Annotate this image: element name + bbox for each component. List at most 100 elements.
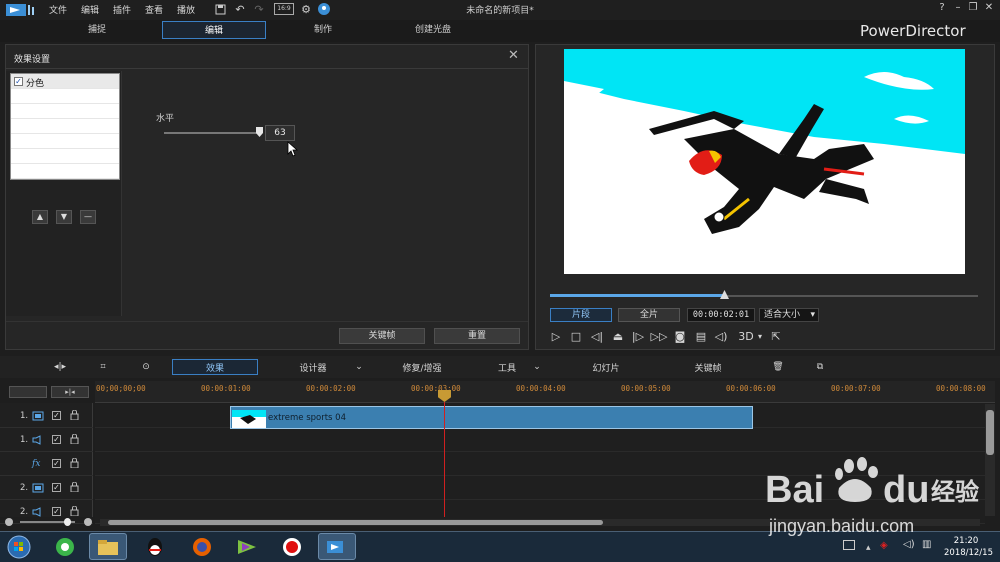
menu-edit[interactable]: 编辑 [81, 3, 99, 16]
effect-tool-button[interactable]: 效果 [172, 359, 258, 375]
keyframe-tool-button[interactable]: 关键帧 [688, 359, 728, 375]
split-clip-icon[interactable]: ◂|▸ [50, 359, 70, 375]
menu-file[interactable]: 文件 [49, 3, 67, 16]
previous-frame-icon[interactable]: ◁| [589, 328, 605, 344]
close-window-button[interactable]: ✕ [982, 2, 996, 16]
network-icon[interactable]: ▥ [922, 539, 931, 550]
minimize-button[interactable]: – [951, 2, 965, 16]
chevron-up-icon[interactable]: ▴ [866, 543, 871, 553]
recorder-icon[interactable] [273, 533, 311, 560]
keyboard-icon[interactable] [843, 540, 855, 550]
tab-capture[interactable]: 捕捉 [45, 21, 149, 39]
zoom-in-icon[interactable] [84, 518, 92, 526]
tab-create-disc[interactable]: 创建光盘 [381, 21, 485, 39]
zoom-slider-thumb[interactable] [64, 518, 71, 526]
tab-edit[interactable]: 编辑 [162, 21, 266, 39]
video-preview[interactable] [564, 49, 965, 274]
list-item [11, 134, 119, 149]
undock-icon[interactable]: ⇱ [768, 328, 784, 344]
account-icon[interactable] [317, 2, 331, 16]
chevron-down-icon[interactable]: ▾ [755, 328, 765, 344]
firefox-icon[interactable] [183, 533, 221, 560]
play-icon[interactable]: ▷ [548, 328, 564, 344]
lock-icon[interactable] [70, 433, 79, 445]
move-up-button[interactable]: ▲ [32, 210, 48, 224]
tab-produce[interactable]: 制作 [271, 21, 375, 39]
track-enable-checkbox[interactable]: ✓ [52, 459, 61, 468]
taskbar-clock[interactable]: 21:20 2018/12/15 [944, 535, 993, 559]
track-enable-checkbox[interactable]: ✓ [52, 435, 61, 444]
lock-icon[interactable] [70, 457, 79, 469]
designer-button[interactable]: 设计器 [290, 359, 336, 375]
split-icon[interactable]: ⏏ [610, 328, 626, 344]
antivirus-icon[interactable]: ◈ [880, 540, 888, 551]
close-icon[interactable]: ✕ [508, 48, 519, 63]
settings-icon[interactable]: ⚙ [299, 2, 313, 16]
ruler-tick-label: 00:00:06:00 [726, 384, 776, 393]
media-app-icon[interactable] [228, 533, 266, 560]
reset-button[interactable]: 重置 [434, 328, 520, 344]
menu-view[interactable]: 查看 [145, 3, 163, 16]
zoom-out-icon[interactable] [5, 518, 13, 526]
timeline-clip[interactable]: extreme sports 04 [230, 406, 753, 429]
track-enable-checkbox[interactable]: ✓ [52, 507, 61, 516]
crop-icon[interactable]: ⌗ [93, 359, 113, 375]
tab-bar [0, 20, 1000, 42]
3d-toggle[interactable]: 3D [735, 328, 757, 344]
effect-item-label: 分色 [26, 79, 45, 89]
track-manager-icon[interactable]: ⧉ [812, 359, 828, 375]
browser-360-icon[interactable] [46, 533, 84, 560]
remove-effect-button[interactable]: — [80, 210, 96, 224]
volume-tray-icon[interactable]: ◁) [903, 539, 915, 550]
list-item[interactable]: ✓ 分色 [11, 74, 119, 89]
qq-icon[interactable] [136, 533, 174, 560]
lock-icon[interactable] [70, 409, 79, 421]
powerdirector-taskbar-icon[interactable] [318, 533, 356, 560]
clip-mode-button[interactable]: 片段 [550, 308, 612, 322]
start-button[interactable] [2, 533, 36, 560]
track-enable-checkbox[interactable]: ✓ [52, 483, 61, 492]
stop-icon[interactable]: □ [568, 328, 584, 344]
level-slider-thumb[interactable] [256, 127, 263, 137]
menu-play[interactable]: 播放 [177, 3, 195, 16]
tools-button[interactable]: 工具 [492, 359, 522, 375]
fit-timeline-button[interactable]: ▸|◂ [51, 386, 89, 398]
restore-button[interactable]: ❐ [966, 2, 980, 16]
aspect-ratio-selector[interactable]: 16:9 [274, 3, 294, 15]
slideshow-button[interactable]: 幻灯片 [586, 359, 626, 375]
subtitle-icon[interactable]: ▤ [693, 328, 709, 344]
level-label: 水平 [156, 114, 175, 124]
trash-icon[interactable]: 🗑 [770, 359, 786, 375]
effect-checkbox[interactable]: ✓ [14, 77, 23, 86]
track-view-button[interactable] [9, 386, 47, 398]
move-down-button[interactable]: ▼ [56, 210, 72, 224]
redo-icon[interactable]: ↷ [252, 2, 266, 16]
effect-list: ✓ 分色 [10, 73, 120, 180]
menu-plugins[interactable]: 插件 [113, 3, 131, 16]
movie-mode-button[interactable]: 全片 [618, 308, 680, 322]
snapshot-icon[interactable]: ◙ [672, 328, 688, 344]
keyframe-button[interactable]: 关键帧 [339, 328, 425, 344]
fix-enhance-button[interactable]: 修复/增强 [396, 359, 448, 375]
horizontal-scroll-thumb[interactable] [108, 520, 603, 525]
volume-icon[interactable]: ◁) [713, 328, 729, 344]
chevron-down-icon[interactable]: ⌄ [352, 359, 366, 375]
track-enable-checkbox[interactable]: ✓ [52, 411, 61, 420]
vertical-scroll-thumb[interactable] [986, 410, 994, 455]
level-slider[interactable] [164, 132, 260, 134]
next-frame-icon[interactable]: |▷ [630, 328, 646, 344]
chevron-circle-icon[interactable]: ⊙ [136, 359, 156, 375]
chevron-down-icon[interactable]: ⌄ [530, 359, 544, 375]
file-explorer-icon[interactable] [89, 533, 127, 560]
timecode-display[interactable]: 00:00:02:01 [687, 308, 755, 322]
ruler-tick-label: 00;00;00;00 [96, 384, 146, 393]
track-lane[interactable] [95, 428, 985, 452]
lock-icon[interactable] [70, 481, 79, 493]
level-value-input[interactable]: 63 [265, 125, 295, 141]
zoom-select[interactable]: 适合大小 ▾ [759, 308, 819, 322]
help-button[interactable]: ? [935, 2, 949, 16]
lock-icon[interactable] [70, 505, 79, 517]
save-icon[interactable] [213, 2, 227, 16]
undo-icon[interactable]: ↶ [233, 2, 247, 16]
fast-forward-icon[interactable]: ▷▷ [651, 328, 668, 344]
